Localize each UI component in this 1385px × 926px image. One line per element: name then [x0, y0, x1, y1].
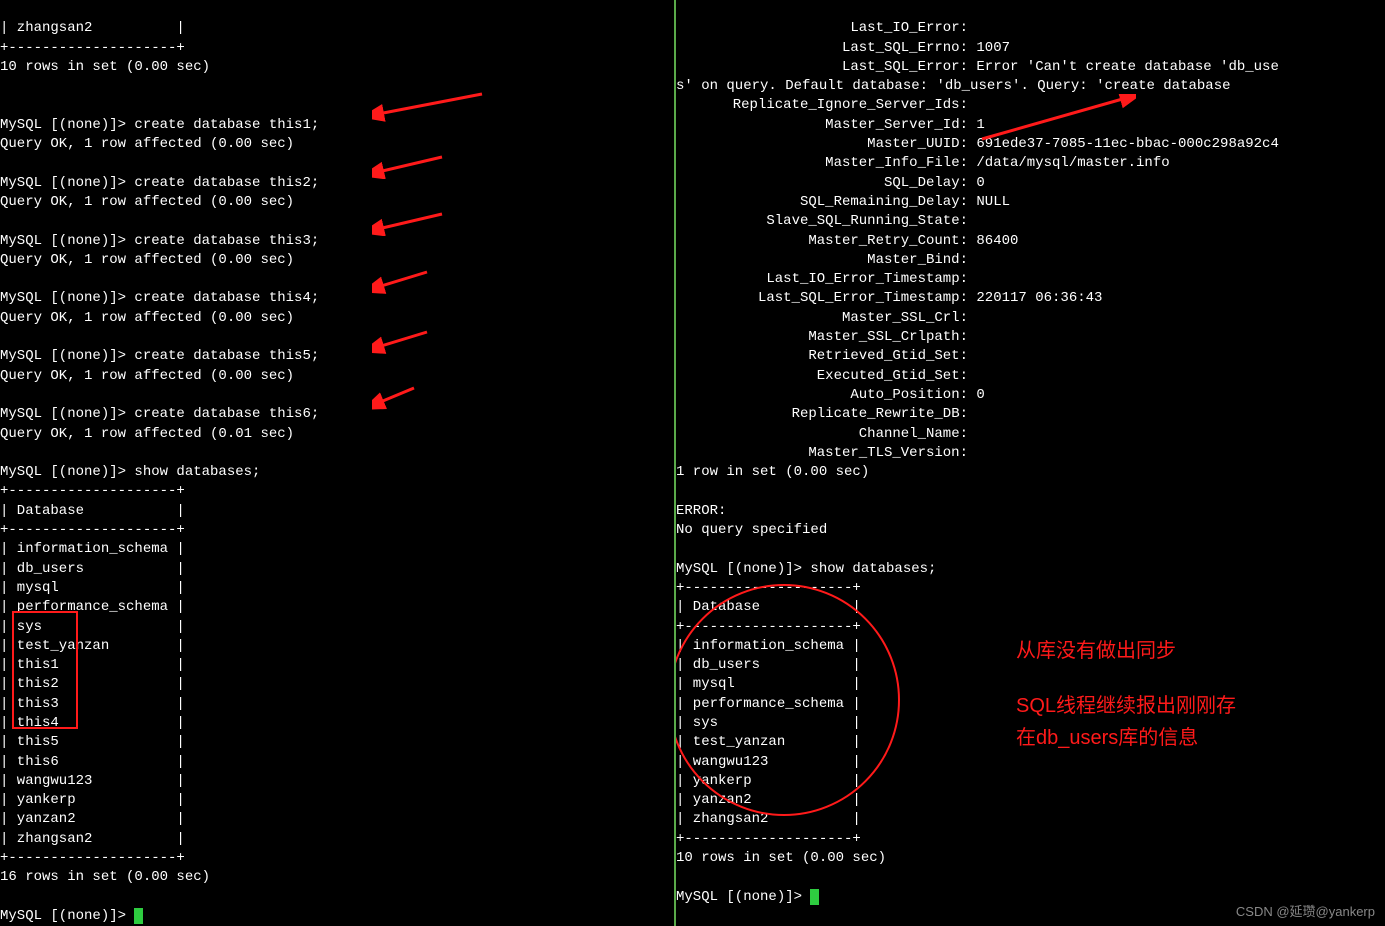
table-header: | Database |	[676, 599, 861, 615]
status-line: Replicate_Ignore_Server_Ids:	[676, 97, 968, 113]
table-border: +--------------------+	[676, 831, 861, 847]
table-row: | yanzan2 |	[0, 811, 185, 827]
arrow-icon	[372, 172, 452, 274]
prompt: MySQL [(none)]>	[676, 889, 810, 905]
table-row: | yankerp |	[0, 792, 185, 808]
arrow-icon	[372, 346, 422, 448]
status-line: Last_SQL_Error: Error 'Can't create data…	[676, 59, 1279, 75]
arrow-icon	[372, 230, 436, 332]
footer: 16 rows in set (0.00 sec)	[0, 869, 210, 885]
table-row: | zhangsan2 |	[676, 811, 861, 827]
table-row: | performance_schema |	[676, 696, 861, 712]
status-line: Master_Info_File: /data/mysql/master.inf…	[676, 155, 1170, 171]
table-border: +--------------------+	[676, 619, 861, 635]
status-line: Retrieved_Gtid_Set:	[676, 348, 968, 364]
status-line: Channel_Name:	[676, 426, 968, 442]
table-row: | this5 |	[0, 734, 185, 750]
table-border: +--------------------+	[0, 483, 185, 499]
status-line: Master_SSL_Crlpath:	[676, 329, 968, 345]
table-row: | this2 |	[0, 676, 185, 692]
table-row: | yankerp |	[676, 773, 861, 789]
table-row: | wangwu123 |	[676, 754, 861, 770]
status-line: Last_IO_Error_Timestamp:	[676, 271, 968, 287]
table-row: | zhangsan2 |	[0, 831, 185, 847]
table-row: | sys |	[676, 715, 861, 731]
status-line: Replicate_Rewrite_DB:	[676, 406, 968, 422]
table-row: | db_users |	[676, 657, 861, 673]
table-row: | information_schema |	[676, 638, 861, 654]
table-row: | sys |	[0, 619, 185, 635]
table-row: | mysql |	[676, 676, 861, 692]
arrow-icon	[372, 290, 436, 392]
table-row: | this4 |	[0, 715, 185, 731]
table-row: | performance_schema |	[0, 599, 185, 615]
arrow-icon	[372, 115, 452, 217]
left-terminal[interactable]: | zhangsan2 | +--------------------+ 10 …	[0, 0, 676, 926]
status-line: Slave_SQL_Running_State:	[676, 213, 968, 229]
cursor-icon	[810, 889, 819, 905]
status-line: Auto_Position: 0	[676, 387, 985, 403]
arrow-icon	[372, 53, 492, 160]
cursor-icon	[134, 908, 143, 924]
watermark: CSDN @延瓒@yankerp	[1236, 901, 1375, 920]
status-line: SQL_Remaining_Delay: NULL	[676, 194, 1010, 210]
status-line: SQL_Delay: 0	[676, 175, 985, 191]
table-row: | yanzan2 |	[676, 792, 861, 808]
table-header: | Database |	[0, 503, 185, 519]
table-row: | this1 |	[0, 657, 185, 673]
annotation-text: 从库没有做出同步	[1016, 635, 1176, 667]
status-line: Last_IO_Error:	[676, 20, 968, 36]
table-row: | this6 |	[0, 754, 185, 770]
status-line: Master_TLS_Version:	[676, 445, 968, 461]
table-row: | this3 |	[0, 696, 185, 712]
status-line: Master_Retry_Count: 86400	[676, 233, 1018, 249]
terminal-text: | zhangsan2 | +--------------------+ 10 …	[0, 20, 210, 75]
status-line: Last_SQL_Errno: 1007	[676, 40, 1010, 56]
table-row: | information_schema |	[0, 541, 185, 557]
status-line: Master_Server_Id: 1	[676, 117, 985, 133]
table-row: | test_yanzan |	[676, 734, 861, 750]
prompt: MySQL [(none)]>	[0, 908, 134, 924]
table-row: | mysql |	[0, 580, 185, 596]
status-line: Last_SQL_Error_Timestamp: 220117 06:36:4…	[676, 290, 1102, 306]
status-wrap: s' on query. Default database: 'db_users…	[676, 78, 1239, 94]
split-container: | zhangsan2 | +--------------------+ 10 …	[0, 0, 1385, 926]
show-cmd: MySQL [(none)]> show databases;	[0, 464, 260, 480]
table-row: | test_yanzan |	[0, 638, 185, 654]
table-row: | wangwu123 |	[0, 773, 185, 789]
show-cmd: MySQL [(none)]> show databases;	[676, 561, 936, 577]
annotation-text: SQL线程继续报出刚刚存 在db_users库的信息	[1016, 690, 1236, 754]
status-line: Master_SSL_Crl:	[676, 310, 968, 326]
table-border: +--------------------+	[0, 522, 185, 538]
right-terminal[interactable]: Last_IO_Error: Last_SQL_Errno: 1007 Last…	[676, 0, 1385, 926]
table-border: +--------------------+	[0, 850, 185, 866]
footer: 10 rows in set (0.00 sec)	[676, 850, 886, 866]
status-line: Master_UUID: 691ede37-7085-11ec-bbac-000…	[676, 136, 1279, 152]
status-line: Executed_Gtid_Set:	[676, 368, 968, 384]
table-row: | db_users |	[0, 561, 185, 577]
one-row: 1 row in set (0.00 sec)	[676, 464, 869, 480]
table-border: +--------------------+	[676, 580, 861, 596]
cmd: MySQL [(none)]> create database this1; Q…	[0, 117, 319, 442]
error-block: ERROR: No query specified	[676, 503, 827, 538]
status-line: Master_Bind:	[676, 252, 968, 268]
